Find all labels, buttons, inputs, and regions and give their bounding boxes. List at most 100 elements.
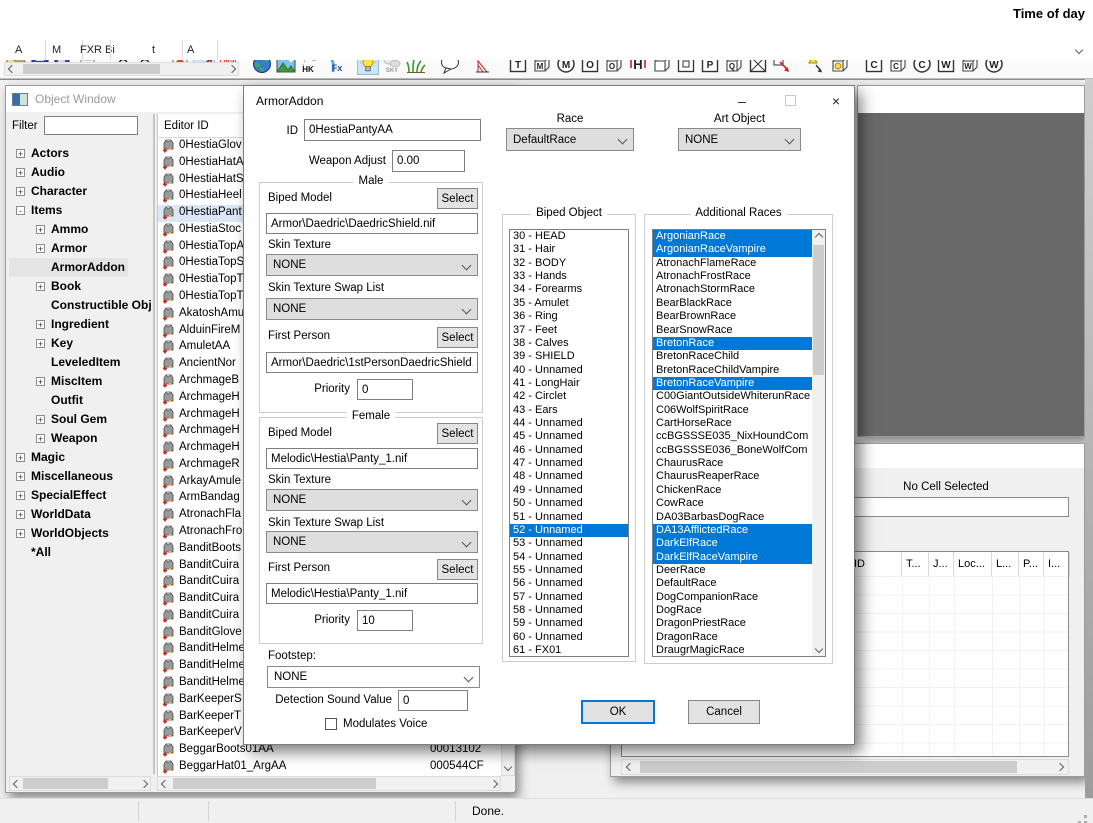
biped-object-item[interactable]: 60 - Unnamed [510,631,628,644]
biped-object-item[interactable]: 38 - Calves [510,337,628,350]
dialog-minimize-button[interactable]: – [728,91,756,110]
race-item[interactable]: DraugrMagicRace [653,644,813,657]
race-item[interactable]: ArgonianRaceVampire [653,243,813,256]
tree-item-armor[interactable]: +Armor [9,239,152,258]
race-item[interactable]: DeerRace [653,564,813,577]
race-item[interactable]: C06WolfSpiritRace [653,404,813,417]
biped-object-item[interactable]: 37 - Feet [510,324,628,337]
cell-column-header[interactable]: J... [929,552,954,576]
biped-object-item[interactable]: 58 - Unnamed [510,604,628,617]
biped-object-item[interactable]: 46 - Unnamed [510,444,628,457]
biped-object-item[interactable]: 53 - Unnamed [510,537,628,550]
ok-button[interactable]: OK [581,700,655,724]
biped-object-item[interactable]: 42 - Circlet [510,390,628,403]
tree-item--all[interactable]: *All [9,543,152,562]
race-item[interactable]: AtronachStormRace [653,283,813,296]
male-biped-model-select-button[interactable]: Select [437,188,478,209]
male-biped-model-input[interactable] [266,213,478,234]
female-biped-model-input[interactable] [266,448,478,469]
footstep-dropdown[interactable]: NONE [267,666,480,688]
tree-item-book[interactable]: +Book [9,277,152,296]
expand-icon[interactable]: + [16,453,25,462]
biped-object-item[interactable]: 32 - BODY [510,257,628,270]
biped-object-item[interactable]: 34 - Forearms [510,283,628,296]
render-viewport[interactable] [858,113,1084,436]
biped-object-item[interactable]: 49 - Unnamed [510,484,628,497]
race-item[interactable]: DA13AfflictedRace [653,524,813,537]
tree-item-miscellaneous[interactable]: +Miscellaneous [9,467,152,486]
races-vscrollbar[interactable] [812,230,825,656]
female-biped-model-select-button[interactable]: Select [437,423,478,444]
cell-column-header[interactable]: L... [992,552,1019,576]
tree-item-leveleditem[interactable]: LeveledItem [9,353,152,372]
tree-item-outfit[interactable]: Outfit [9,391,152,410]
tree-item-miscitem[interactable]: +MiscItem [9,372,152,391]
race-dropdown[interactable]: DefaultRace [506,128,634,151]
biped-object-item[interactable]: 56 - Unnamed [510,577,628,590]
weapon-adjust-input[interactable] [392,150,465,172]
tree-item-weapon[interactable]: +Weapon [9,429,152,448]
cell-view-hscrollbar[interactable] [621,759,1069,775]
race-item[interactable]: ChaurusRace [653,457,813,470]
biped-object-item[interactable]: 48 - Unnamed [510,470,628,483]
tree-item-character[interactable]: +Character [9,182,152,201]
race-item[interactable]: DarkElfRace [653,537,813,550]
expand-icon[interactable]: + [16,472,25,481]
female-first-person-select-button[interactable]: Select [437,559,478,580]
race-item[interactable]: BretonRaceChild [653,350,813,363]
male-first-person-input[interactable] [266,352,478,373]
biped-object-item[interactable]: 55 - Unnamed [510,564,628,577]
female-first-person-input[interactable] [266,583,478,604]
biped-object-item[interactable]: 33 - Hands [510,270,628,283]
expand-icon[interactable]: + [36,434,45,443]
tree-item-constructible-object[interactable]: Constructible Object [9,296,152,315]
race-item[interactable]: DogCompanionRace [653,591,813,604]
race-item[interactable]: ArgonianRace [653,230,813,243]
id-input[interactable] [304,119,481,141]
tree-item-magic[interactable]: +Magic [9,448,152,467]
biped-object-item[interactable]: 31 - Hair [510,243,628,256]
race-item[interactable]: DragonPriestRace [653,617,813,630]
dialog-close-button[interactable]: × [822,91,850,110]
background-vscroll-up[interactable] [1073,44,1085,56]
biped-object-item[interactable]: 41 - LongHair [510,377,628,390]
race-item[interactable]: AtronachFlameRace [653,257,813,270]
cell-column-header[interactable]: Loc... [954,552,992,576]
female-skin-texture-dropdown[interactable]: NONE [266,489,478,511]
art-object-dropdown[interactable]: NONE [678,128,801,151]
expand-icon[interactable]: + [36,415,45,424]
editor-list-hscrollbar[interactable] [157,776,501,791]
tree-item-audio[interactable]: +Audio [9,163,152,182]
male-first-person-select-button[interactable]: Select [437,327,478,348]
collapse-icon[interactable]: - [16,206,25,215]
tree-item-worldobjects[interactable]: +WorldObjects [9,524,152,543]
race-item[interactable]: DragonRace [653,631,813,644]
tree-item-ingredient[interactable]: +Ingredient [9,315,152,334]
expand-icon[interactable]: + [36,377,45,386]
race-item[interactable]: BretonRaceVampire [653,377,813,390]
cell-column-header[interactable]: ID [850,552,902,576]
expand-icon[interactable]: + [36,225,45,234]
background-hscrollbar[interactable] [4,62,239,76]
race-item[interactable]: DarkElfRaceVampire [653,551,813,564]
tree-item-items[interactable]: -Items [9,201,152,220]
male-skin-swap-dropdown[interactable]: NONE [266,298,478,320]
detection-sound-input[interactable] [398,690,468,711]
biped-object-item[interactable]: 36 - Ring [510,310,628,323]
resize-grip[interactable] [1084,815,1087,818]
race-item[interactable]: CowRace [653,497,813,510]
biped-object-item[interactable]: 40 - Unnamed [510,364,628,377]
expand-icon[interactable]: + [16,149,25,158]
biped-object-item[interactable]: 43 - Ears [510,404,628,417]
tree-item-key[interactable]: +Key [9,334,152,353]
expand-icon[interactable]: + [16,187,25,196]
tree-item-specialeffect[interactable]: +SpecialEffect [9,486,152,505]
biped-object-item[interactable]: 45 - Unnamed [510,430,628,443]
filter-input[interactable] [44,116,138,135]
expand-icon[interactable]: + [16,491,25,500]
race-item[interactable]: BearBrownRace [653,310,813,323]
cell-column-header[interactable]: I... [1044,552,1070,576]
panel-splitter[interactable] [153,114,155,774]
biped-object-item[interactable]: 54 - Unnamed [510,551,628,564]
biped-object-item[interactable]: 59 - Unnamed [510,617,628,630]
